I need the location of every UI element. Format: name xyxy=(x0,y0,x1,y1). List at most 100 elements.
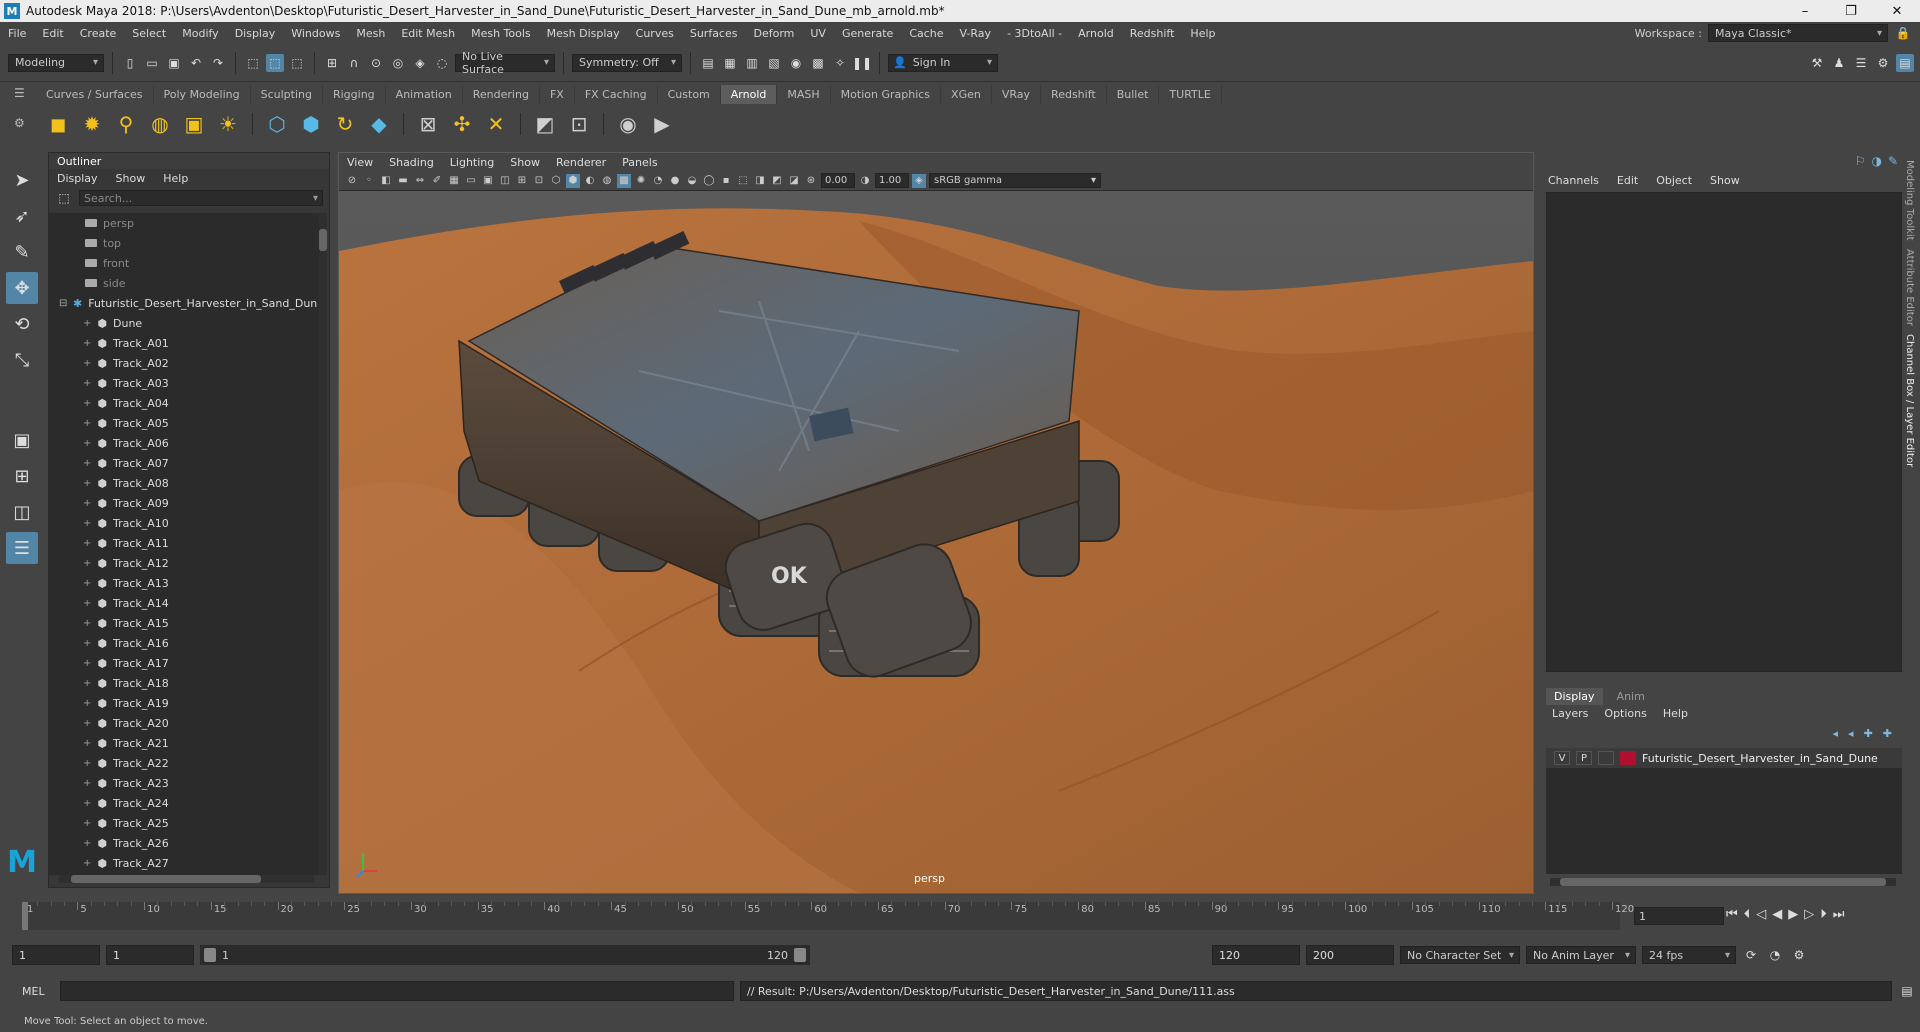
mesh-light-icon[interactable]: ✹ xyxy=(78,110,106,138)
render-frame-icon[interactable]: ▤ xyxy=(699,54,717,72)
outliner-horizontal-scrollbar[interactable] xyxy=(59,875,314,883)
grease-pencil-icon[interactable]: ✐ xyxy=(430,174,444,188)
tree-item-child[interactable]: + ⬢ Track_A23 xyxy=(49,773,319,793)
animation-start-field[interactable]: 1 xyxy=(12,945,100,965)
wireframe-on-shaded-icon[interactable]: ◍ xyxy=(600,174,614,188)
color-management-icon[interactable]: ◈ xyxy=(912,173,926,188)
expand-icon[interactable]: + xyxy=(83,338,91,349)
menu-surfaces[interactable]: Surfaces xyxy=(682,27,746,40)
step-forward-key-icon[interactable]: ⏵ xyxy=(1820,907,1827,922)
tool-settings-icon[interactable]: ✎ xyxy=(1888,154,1898,168)
create-curve-collector-icon[interactable]: ↻ xyxy=(331,110,359,138)
attribute-editor-icon[interactable]: ◑ xyxy=(1871,154,1881,168)
snap-view-icon[interactable]: ◎ xyxy=(389,54,407,72)
expand-icon[interactable]: + xyxy=(83,718,91,729)
filter-icon[interactable]: ⬚ xyxy=(55,189,73,207)
play-backwards-icon[interactable]: ◀ xyxy=(1772,907,1782,922)
select-tool-icon[interactable]: ➤ xyxy=(6,164,38,196)
safe-action-icon[interactable]: ⊡ xyxy=(532,174,546,188)
shadows-icon[interactable]: ◔ xyxy=(651,174,665,188)
shelf-tab-motion-graphics[interactable]: Motion Graphics xyxy=(831,85,942,104)
flush-all-caches-icon[interactable]: ✕ xyxy=(482,110,510,138)
character-controls-icon[interactable]: ♟ xyxy=(1830,54,1848,72)
anti-aliasing-icon[interactable]: ◯ xyxy=(702,174,716,188)
expand-icon[interactable]: + xyxy=(83,498,91,509)
light-portal-icon[interactable]: ▣ xyxy=(180,110,208,138)
channel-box-menu-edit[interactable]: Edit xyxy=(1617,174,1638,187)
step-back-key-icon[interactable]: ⏴ xyxy=(1744,907,1751,922)
expand-icon[interactable]: + xyxy=(83,518,91,529)
rotate-tool-icon[interactable]: ⟲ xyxy=(6,308,38,340)
image-plane-icon[interactable]: ▬ xyxy=(396,174,410,188)
shelf-tab-animation[interactable]: Animation xyxy=(386,85,463,104)
menu-curves[interactable]: Curves xyxy=(628,27,682,40)
tree-item-child[interactable]: + ⬢ Track_A07 xyxy=(49,453,319,473)
expand-icon[interactable]: + xyxy=(83,658,91,669)
expand-icon[interactable]: + xyxy=(83,398,91,409)
shelf-tab-curves-surfaces[interactable]: Curves / Surfaces xyxy=(36,85,154,104)
shelf-tab-poly-modeling[interactable]: Poly Modeling xyxy=(154,85,251,104)
area-light-icon[interactable]: ◼ xyxy=(44,110,72,138)
arnold-play-render-icon[interactable]: ▶ xyxy=(648,110,676,138)
create-standin-icon[interactable]: ⬡ xyxy=(263,110,291,138)
scrollbar-thumb[interactable] xyxy=(71,875,261,883)
layer-menu-layers[interactable]: Layers xyxy=(1552,707,1588,720)
menu-help[interactable]: Help xyxy=(1182,27,1223,40)
time-ruler[interactable]: 1 5 10 15 20 25 30 35 40 45 50 55 60 65 70 75 80 85 90 95 10… xyxy=(22,902,1634,930)
outliner-vertical-scrollbar[interactable] xyxy=(319,213,327,875)
close-button[interactable]: ✕ xyxy=(1874,0,1920,22)
menu-windows[interactable]: Windows xyxy=(283,27,348,40)
export-standin-icon[interactable]: ⬢ xyxy=(297,110,325,138)
expand-icon[interactable]: + xyxy=(83,558,91,569)
tree-item-child[interactable]: + ⬢ Dune xyxy=(49,313,319,333)
outliner-menu-show[interactable]: Show xyxy=(116,172,146,185)
collapse-icon[interactable]: ⊟ xyxy=(59,298,69,309)
tree-item-child[interactable]: + ⬢ Track_A03 xyxy=(49,373,319,393)
layer-display-type-toggle[interactable] xyxy=(1598,751,1614,765)
shelf-tab-sculpting[interactable]: Sculpting xyxy=(251,85,323,104)
menu-cache[interactable]: Cache xyxy=(901,27,951,40)
skydome-light-icon[interactable]: ◍ xyxy=(146,110,174,138)
menu-file[interactable]: File xyxy=(0,27,34,40)
tree-item-child[interactable]: + ⬢ Track_A04 xyxy=(49,393,319,413)
maximize-button[interactable]: ❐ xyxy=(1828,0,1874,22)
xray-joints-icon[interactable]: ◪ xyxy=(787,174,801,188)
exposure-icon[interactable]: ⊛ xyxy=(804,174,818,188)
default-material-icon[interactable]: ◐ xyxy=(583,174,597,188)
two-d-pan-zoom-icon[interactable]: ⇔ xyxy=(413,174,427,188)
tree-item-child[interactable]: + ⬢ Track_A18 xyxy=(49,673,319,693)
undo-icon[interactable]: ↶ xyxy=(187,54,205,72)
side-tab-modeling-toolkit[interactable]: Modeling Toolkit xyxy=(1904,160,1915,241)
resolution-gate-icon[interactable]: ▣ xyxy=(481,174,495,188)
outliner-search-input[interactable]: Search... xyxy=(79,190,323,206)
shelf-tab-xgen[interactable]: XGen xyxy=(941,85,992,104)
tree-item-side[interactable]: side xyxy=(49,273,319,293)
shelf-tab-bullet[interactable]: Bullet xyxy=(1107,85,1160,104)
playback-end-field[interactable]: 120 xyxy=(1212,945,1300,965)
character-set-dropdown[interactable]: No Character Set xyxy=(1400,946,1520,964)
four-view-layout-icon[interactable]: ⊞ xyxy=(6,460,38,492)
layer-tab-anim[interactable]: Anim xyxy=(1609,688,1653,705)
animation-end-field[interactable]: 200 xyxy=(1306,945,1394,965)
menu-generate[interactable]: Generate xyxy=(834,27,901,40)
tree-item-child[interactable]: + ⬢ Track_A15 xyxy=(49,613,319,633)
menu-uv[interactable]: UV xyxy=(802,27,834,40)
tree-item-child[interactable]: + ⬢ Track_A27 xyxy=(49,853,319,873)
tree-item-child[interactable]: + ⬢ Track_A16 xyxy=(49,633,319,653)
shelf-settings-icon[interactable]: ⚙ xyxy=(14,116,25,130)
select-hierarchy-icon[interactable]: ⬚ xyxy=(244,54,262,72)
ambient-occlusion-icon[interactable]: ● xyxy=(668,174,682,188)
motion-blur-icon[interactable]: ◒ xyxy=(685,174,699,188)
field-chart-icon[interactable]: ⊞ xyxy=(515,174,529,188)
menu-modify[interactable]: Modify xyxy=(174,27,226,40)
side-tab-attribute-editor[interactable]: Attribute Editor xyxy=(1904,249,1915,326)
workspace-dropdown[interactable]: Maya Classic* xyxy=(1708,24,1888,42)
layer-editor-horizontal-scrollbar[interactable] xyxy=(1550,878,1896,886)
tree-item-group[interactable]: ⊟ ✱ Futuristic_Desert_Harvester_in_Sand_… xyxy=(49,293,319,313)
tree-item-child[interactable]: + ⬢ Track_A22 xyxy=(49,753,319,773)
tree-item-child[interactable]: + ⬢ Track_A17 xyxy=(49,653,319,673)
tree-item-child[interactable]: + ⬢ Track_A06 xyxy=(49,433,319,453)
tree-item-child[interactable]: + ⬢ Track_A13 xyxy=(49,573,319,593)
tree-item-child[interactable]: + ⬢ Track_A20 xyxy=(49,713,319,733)
isolate-select-icon[interactable]: ⬚ xyxy=(736,174,750,188)
